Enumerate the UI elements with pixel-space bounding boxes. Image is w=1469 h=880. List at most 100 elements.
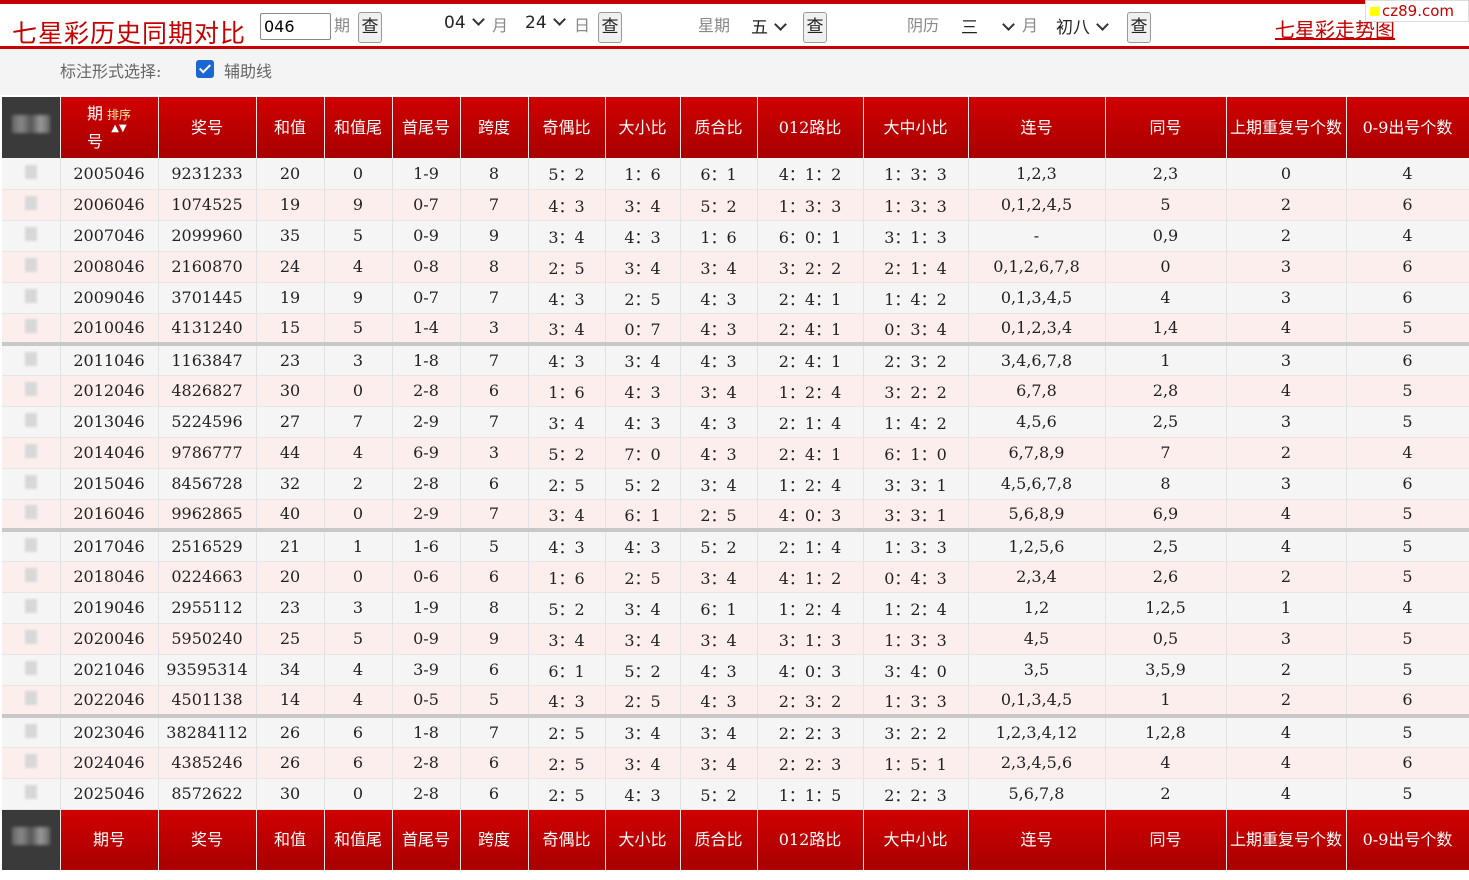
blurred-image [24, 227, 37, 241]
blurred-image [24, 661, 37, 675]
month-select[interactable]: 04 [444, 13, 485, 33]
table-cell: 6 [1346, 189, 1469, 221]
table-cell: 7 [460, 499, 529, 531]
table-cell: 3：4 [680, 623, 758, 655]
table-cell: 5 [1346, 375, 1469, 407]
table-cell: 4：3 [680, 685, 758, 717]
table-cell: 2024046 [60, 747, 159, 779]
blurred-image [24, 475, 37, 489]
table-cell: 6,7,8 [968, 375, 1106, 407]
table-cell: 0 [324, 561, 393, 593]
table-cell: 5：2 [528, 437, 606, 469]
table-cell: 1 [324, 528, 393, 562]
table-cell: 4：3 [680, 282, 758, 314]
table-cell: 4：3 [680, 437, 758, 469]
table-cell: 5 [1346, 654, 1469, 686]
history-comparison-table: 期号排序 ▲▼ 奖号 和值 和值尾 首尾号 跨度 奇偶比 大小比 质合比 012路… [2, 97, 1469, 870]
blurred-image [24, 599, 37, 613]
table-cell: 2,3,4 [968, 561, 1106, 593]
table-cell: 7：0 [605, 437, 681, 469]
lunar-month-select[interactable]: 三 [961, 13, 1015, 38]
lunar-day-select[interactable]: 初八 [1056, 13, 1109, 38]
date-query-button[interactable]: 查 [598, 12, 622, 43]
table-cell: 1：2：4 [863, 592, 969, 624]
table-cell: 2：5 [680, 499, 758, 531]
col-period[interactable]: 期号排序 ▲▼ [60, 97, 159, 158]
day-select[interactable]: 24 [525, 13, 566, 33]
table-cell: 5224596 [158, 406, 257, 438]
table-cell: 5 [1346, 561, 1469, 593]
blurred-image [24, 413, 37, 427]
table-cell: 9786777 [158, 437, 257, 469]
table-cell: 1074525 [158, 189, 257, 221]
table-cell: 5：2 [605, 654, 681, 686]
table-row: 2008046 2160870 24 4 0-8 8 2：5 3：4 3：4 3：2：2 2：1：4… [2, 251, 1469, 283]
table-cell: 2014046 [60, 437, 159, 469]
table-cell: 2 [1226, 685, 1347, 717]
table-cell: 2015046 [60, 468, 159, 500]
sort-label: 排序 [106, 107, 131, 122]
table-row: 2020046 5950240 25 5 0-9 9 3：4 3：4 3：4 3：1：3 1：3：3… [2, 623, 1469, 655]
guideline-checkbox[interactable] [196, 60, 214, 78]
table-cell: 3：4 [605, 714, 681, 748]
table-cell: 23 [256, 592, 325, 624]
table-cell: 2 [1226, 189, 1347, 221]
table-cell: 2：4：1 [757, 342, 864, 376]
table-cell: 5：2 [605, 468, 681, 500]
table-cell: 1：3：3 [863, 528, 969, 562]
table-cell: 1-8 [392, 714, 461, 748]
blurred-image [24, 382, 37, 396]
sort-arrows-icon: ▲▼ [111, 122, 127, 134]
row-blurred-cell [2, 685, 61, 717]
lunar-query-button[interactable]: 查 [1127, 12, 1151, 43]
table-cell: 3-9 [392, 654, 461, 686]
table-cell: 1：3：3 [863, 623, 969, 655]
row-blurred-cell [2, 468, 61, 500]
table-cell: 3：1：3 [757, 623, 864, 655]
table-cell: 14 [256, 685, 325, 717]
table-cell: 6 [460, 778, 529, 810]
table-cell: 2 [1226, 561, 1347, 593]
table-cell: 2011046 [60, 342, 159, 376]
table-cell: 0-7 [392, 189, 461, 221]
table-cell: 3：2：2 [863, 375, 969, 407]
table-cell: 4：3 [528, 189, 606, 221]
table-cell: 2：4：1 [757, 282, 864, 314]
table-cell: 6 [460, 375, 529, 407]
col-sum-tail: 和值尾 [324, 97, 393, 158]
table-cell: 6 [1346, 251, 1469, 283]
table-row: 2016046 9962865 40 0 2-9 7 3：4 6：1 2：5 4：0：3 3：3：1… [2, 499, 1469, 531]
table-cell: 2：4：1 [757, 313, 864, 345]
table-row: 2015046 8456728 32 2 2-8 6 2：5 5：2 3：4 1：2：4 3：3：1… [2, 468, 1469, 500]
blurred-footer-cell [2, 809, 61, 870]
table-cell: 3 [1226, 282, 1347, 314]
blurred-image [24, 289, 37, 303]
table-cell: 1,2 [968, 592, 1106, 624]
table-cell: 0-8 [392, 251, 461, 283]
table-cell: 0,1,3,4,5 [968, 685, 1106, 717]
table-cell: 9962865 [158, 499, 257, 531]
table-cell: 2：1：4 [757, 528, 864, 562]
table-cell: 3：2：2 [757, 251, 864, 283]
col-012-route: 012路比 [757, 97, 864, 158]
table-cell: 4：3 [605, 528, 681, 562]
guideline-checkbox-label[interactable]: 辅助线 [224, 58, 272, 82]
row-blurred-cell [2, 189, 61, 221]
table-cell: 0 [324, 375, 393, 407]
period-query-button[interactable]: 查 [358, 12, 382, 43]
table-cell: 3：4 [605, 342, 681, 376]
table-cell: 0：3：4 [863, 313, 969, 345]
sort-toggle[interactable]: 排序 ▲▼ [107, 109, 131, 135]
period-input[interactable] [260, 13, 331, 40]
table-row: 2006046 1074525 19 9 0-7 7 4：3 3：4 5：2 1：3：3 1：3：3… [2, 189, 1469, 221]
table-cell: 5,6,8,9 [968, 499, 1106, 531]
table-cell: 19 [256, 189, 325, 221]
blurred-image [11, 114, 50, 133]
weekday-query-button[interactable]: 查 [803, 12, 827, 43]
table-cell: 2013046 [60, 406, 159, 438]
table-cell: 30 [256, 778, 325, 810]
table-cell: 2 [1105, 778, 1227, 810]
weekday-select[interactable]: 五 [751, 13, 787, 38]
month-label: 月 [492, 16, 509, 35]
weekday-value: 五 [751, 18, 768, 38]
